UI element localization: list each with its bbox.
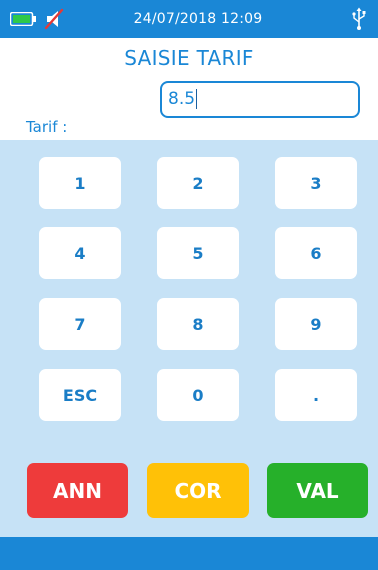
text-cursor: [196, 89, 198, 109]
tarif-input[interactable]: 8.5: [160, 81, 360, 118]
cancel-button[interactable]: ANN: [27, 463, 128, 518]
key-7[interactable]: 7: [39, 298, 121, 350]
bottom-bar: [0, 537, 378, 570]
battery-icon: [10, 0, 36, 38]
validate-button[interactable]: VAL: [267, 463, 368, 518]
key-0[interactable]: 0: [157, 369, 239, 421]
usb-icon: [351, 0, 367, 38]
key-3[interactable]: 3: [275, 157, 357, 209]
status-datetime: 24/07/2018 12:09: [133, 11, 263, 27]
key-9[interactable]: 9: [275, 298, 357, 350]
tarif-input-value: 8.5: [168, 89, 196, 109]
key-2[interactable]: 2: [157, 157, 239, 209]
correct-button[interactable]: COR: [147, 463, 249, 518]
key-8[interactable]: 8: [157, 298, 239, 350]
tarif-label: Tarif :: [26, 118, 68, 136]
key-decimal-point[interactable]: .: [275, 369, 357, 421]
key-1[interactable]: 1: [39, 157, 121, 209]
key-5[interactable]: 5: [157, 227, 239, 279]
screen-title: SAISIE TARIF: [124, 46, 254, 70]
speaker-muted-icon: [44, 0, 64, 38]
key-4[interactable]: 4: [39, 227, 121, 279]
status-bar: 24/07/2018 12:09: [0, 0, 378, 38]
key-6[interactable]: 6: [275, 227, 357, 279]
key-esc[interactable]: ESC: [39, 369, 121, 421]
keypad-panel: 1 2 3 4 5 6 7 8 9 ESC 0 . ANN COR VAL: [0, 140, 378, 537]
